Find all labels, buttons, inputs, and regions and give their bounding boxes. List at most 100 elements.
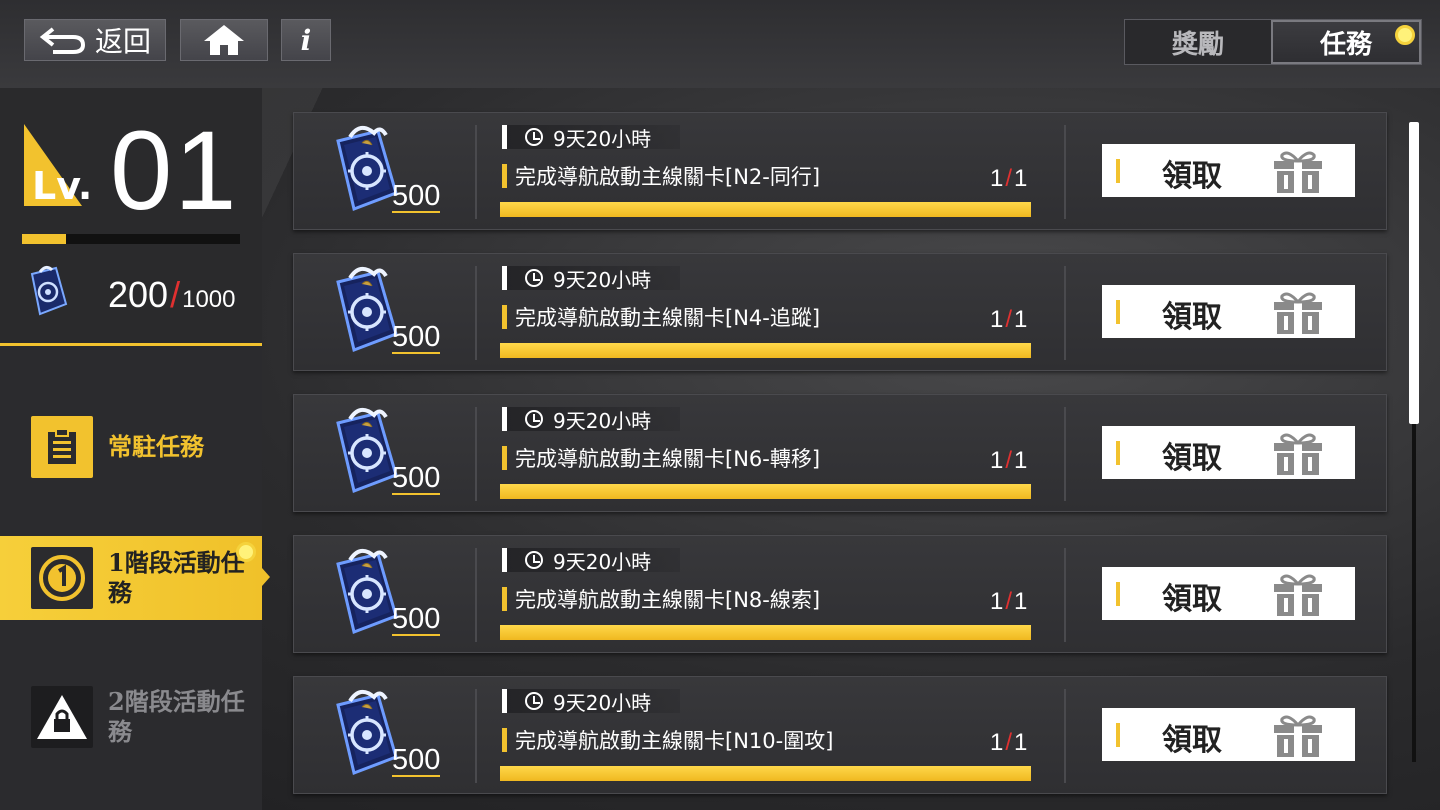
scrollbar-thumb[interactable] xyxy=(1409,122,1419,424)
mission-card: 500 9天20小時 完成導航啟動主線關卡[N4-追蹤] 1/1 領取 xyxy=(293,253,1387,371)
sidebar-item-permanent-missions[interactable]: 常駐任務 xyxy=(0,406,262,488)
progress-count: 1/1 xyxy=(990,306,1027,334)
reward-amount: 500 xyxy=(392,462,441,495)
progress-bar-fill xyxy=(500,202,1031,217)
claim-label: 領取 xyxy=(1162,723,1222,758)
points-slash: / xyxy=(170,274,181,315)
claim-marker xyxy=(1116,723,1120,747)
sidebar-item-stage1-missions[interactable]: 1階段活動任務 xyxy=(0,536,270,620)
progress-current: 1 xyxy=(990,447,1004,474)
reward-amount: 500 xyxy=(392,603,441,636)
clock-icon xyxy=(525,128,543,146)
timer-marker xyxy=(502,125,507,149)
claim-marker xyxy=(1116,582,1120,606)
claim-label: 領取 xyxy=(1162,441,1222,476)
back-button[interactable]: 返回 xyxy=(24,19,166,61)
claim-marker xyxy=(1116,159,1120,183)
task-text: 完成導航啟動主線關卡[N8-線索] xyxy=(515,588,821,612)
claim-button[interactable]: 領取 xyxy=(1102,708,1355,761)
task-description: 完成導航啟動主線關卡[N6-轉移] xyxy=(502,445,820,471)
sidebar-item-stage2-missions[interactable]: 2階段活動任務 xyxy=(0,676,262,758)
lock-icon xyxy=(31,686,93,748)
progress-count: 1/1 xyxy=(990,447,1027,475)
claim-button[interactable]: 領取 xyxy=(1102,567,1355,620)
task-marker xyxy=(502,587,507,611)
home-button[interactable] xyxy=(180,19,268,61)
scrollbar[interactable] xyxy=(1409,122,1419,762)
tab-rewards-label: 獎勵 xyxy=(1171,29,1224,60)
task-description: 完成導航啟動主線關卡[N4-追蹤] xyxy=(502,304,820,330)
progress-bar xyxy=(500,202,1031,217)
card-divider xyxy=(1064,125,1066,219)
timer-marker xyxy=(502,548,507,572)
progress-slash: / xyxy=(1005,306,1013,333)
progress-current: 1 xyxy=(990,165,1004,192)
level-divider xyxy=(0,343,262,346)
progress-total: 1 xyxy=(1014,447,1028,474)
time-remaining: 9天20小時 xyxy=(502,689,680,715)
task-text: 完成導航啟動主線關卡[N2-同行] xyxy=(515,165,821,189)
progress-current: 1 xyxy=(990,306,1004,333)
card-divider xyxy=(1064,689,1066,783)
reward-amount: 500 xyxy=(392,180,441,213)
progress-slash: / xyxy=(1005,729,1013,756)
xp-bar xyxy=(22,234,240,244)
time-remaining: 9天20小時 xyxy=(502,548,680,574)
tab-rewards[interactable]: 獎勵 xyxy=(1125,20,1271,64)
progress-bar xyxy=(500,766,1031,781)
sidebar-item-label: 2階段活動任務 xyxy=(108,687,245,746)
claim-marker xyxy=(1116,441,1120,465)
gift-icon xyxy=(1274,433,1322,475)
claim-button[interactable]: 領取 xyxy=(1102,426,1355,479)
card-divider xyxy=(475,548,477,642)
task-description: 完成導航啟動主線關卡[N10-圍攻] xyxy=(502,727,833,753)
claim-label: 領取 xyxy=(1162,159,1222,194)
claim-button[interactable]: 領取 xyxy=(1102,144,1355,197)
progress-bar xyxy=(500,625,1031,640)
progress-total: 1 xyxy=(1014,588,1028,615)
progress-slash: / xyxy=(1005,447,1013,474)
clock-icon xyxy=(525,410,543,428)
selected-arrow xyxy=(262,568,270,586)
level-panel: Lv. 01 200/1000 xyxy=(0,88,262,346)
progress-bar xyxy=(500,484,1031,499)
progress-count: 1/1 xyxy=(990,729,1027,757)
sidebar: Lv. 01 200/1000 常駐任務 1階段活動任務 2階段活動任務 xyxy=(0,88,270,810)
time-remaining: 9天20小時 xyxy=(502,266,680,292)
back-arrow-icon xyxy=(39,27,85,54)
progress-bar xyxy=(500,343,1031,358)
tab-missions-label: 任務 xyxy=(1319,29,1372,60)
clipboard-icon xyxy=(31,416,93,478)
tab-missions[interactable]: 任務 xyxy=(1271,20,1421,64)
info-button[interactable]: i xyxy=(281,19,331,61)
level-number: 01 xyxy=(110,108,239,233)
reward-amount: 500 xyxy=(392,744,441,777)
mission-card: 500 9天20小時 完成導航啟動主線關卡[N10-圍攻] 1/1 領取 xyxy=(293,676,1387,794)
progress-count: 1/1 xyxy=(990,588,1027,616)
card-divider xyxy=(1064,548,1066,642)
task-marker xyxy=(502,728,507,752)
clock-icon xyxy=(525,269,543,287)
gift-icon xyxy=(1274,151,1322,193)
task-marker xyxy=(502,305,507,329)
reward-amount: 500 xyxy=(392,321,441,354)
progress-bar-fill xyxy=(500,484,1031,499)
progress-slash: / xyxy=(1005,165,1013,192)
timer-marker xyxy=(502,689,507,713)
card-divider xyxy=(475,125,477,219)
claim-label: 領取 xyxy=(1162,582,1222,617)
card-divider xyxy=(475,689,477,783)
claim-button[interactable]: 領取 xyxy=(1102,285,1355,338)
top-bar: 返回 i 獎勵 任務 xyxy=(0,0,1440,88)
claim-label: 領取 xyxy=(1162,300,1222,335)
claim-marker xyxy=(1116,300,1120,324)
mission-card: 500 9天20小時 完成導航啟動主線關卡[N2-同行] 1/1 領取 xyxy=(293,112,1387,230)
timer-text: 9天20小時 xyxy=(553,690,652,715)
gift-icon xyxy=(1274,574,1322,616)
progress-total: 1 xyxy=(1014,729,1028,756)
sidebar-item-label: 常駐任務 xyxy=(108,432,204,461)
info-icon: i xyxy=(300,23,312,57)
xp-bar-fill xyxy=(22,234,66,244)
task-marker xyxy=(502,164,507,188)
mission-list: 500 9天20小時 完成導航啟動主線關卡[N2-同行] 1/1 領取 500 … xyxy=(293,112,1387,810)
